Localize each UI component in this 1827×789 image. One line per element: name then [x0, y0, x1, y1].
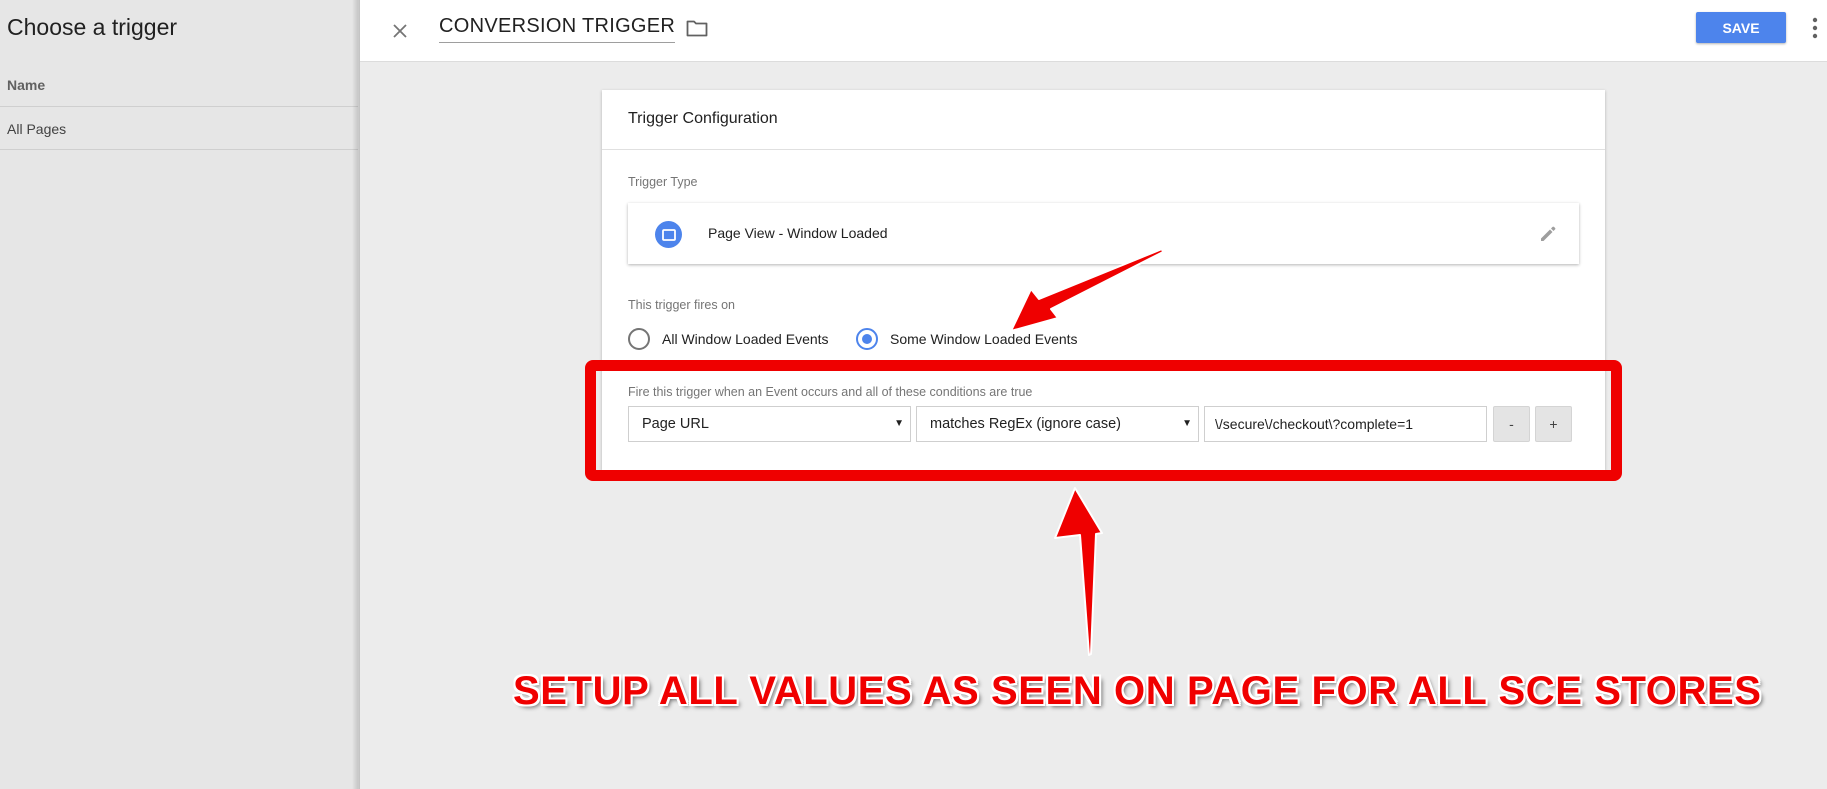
close-icon — [393, 24, 407, 38]
close-button[interactable] — [385, 16, 415, 46]
trigger-type-name: Page View - Window Loaded — [708, 225, 888, 241]
editor-topbar: CONVERSION TRIGGER SAVE — [360, 0, 1827, 62]
panel-shadow — [352, 0, 360, 789]
panel-title: Choose a trigger — [7, 14, 178, 40]
variable-select-value: Page URL — [642, 416, 709, 432]
trigger-name-field[interactable]: CONVERSION TRIGGER — [439, 15, 676, 43]
caret-down-icon: ▼ — [1182, 418, 1192, 429]
folder-icon — [686, 20, 708, 37]
trigger-list-panel: Choose a trigger Name All Pages — [0, 0, 358, 789]
name-column-header[interactable]: Name — [7, 77, 45, 93]
fires-on-label: This trigger fires on — [628, 298, 735, 312]
operator-select-value: matches RegEx (ignore case) — [930, 416, 1121, 432]
radio-label: All Window Loaded Events — [662, 331, 829, 347]
trigger-configuration-card: Trigger Configuration Trigger Type Page … — [602, 90, 1605, 470]
pencil-icon[interactable] — [1536, 222, 1560, 246]
condition-value-input[interactable] — [1204, 406, 1487, 442]
card-header: Trigger Configuration — [602, 90, 1605, 150]
add-condition-button[interactable]: + — [1535, 406, 1572, 442]
radio-circle[interactable] — [628, 328, 650, 350]
save-button[interactable]: SAVE — [1696, 12, 1786, 43]
radio-circle-selected[interactable] — [856, 328, 878, 350]
header-divider — [0, 106, 358, 107]
caret-down-icon: ▼ — [894, 418, 904, 429]
trigger-list-item[interactable]: All Pages — [7, 121, 66, 137]
trigger-type-label: Trigger Type — [628, 175, 698, 189]
remove-condition-button[interactable]: - — [1493, 406, 1530, 442]
card-title: Trigger Configuration — [628, 110, 778, 127]
radio-all-window-loaded[interactable]: All Window Loaded Events — [628, 327, 829, 351]
row-divider — [0, 149, 358, 150]
operator-select[interactable]: matches RegEx (ignore case) ▼ — [916, 406, 1199, 442]
folder-button[interactable] — [682, 15, 712, 41]
radio-label: Some Window Loaded Events — [890, 331, 1078, 347]
conditions-label: Fire this trigger when an Event occurs a… — [628, 385, 1033, 399]
annotation-caption: SETUP ALL VALUES AS SEEN ON PAGE FOR ALL… — [513, 669, 1762, 713]
radio-some-window-loaded[interactable]: Some Window Loaded Events — [856, 327, 1078, 351]
more-options-button[interactable] — [1808, 14, 1822, 42]
more-vert-icon — [1812, 17, 1818, 39]
trigger-type-selector[interactable]: Page View - Window Loaded — [628, 203, 1579, 264]
variable-select[interactable]: Page URL ▼ — [628, 406, 911, 442]
window-icon — [655, 221, 682, 248]
